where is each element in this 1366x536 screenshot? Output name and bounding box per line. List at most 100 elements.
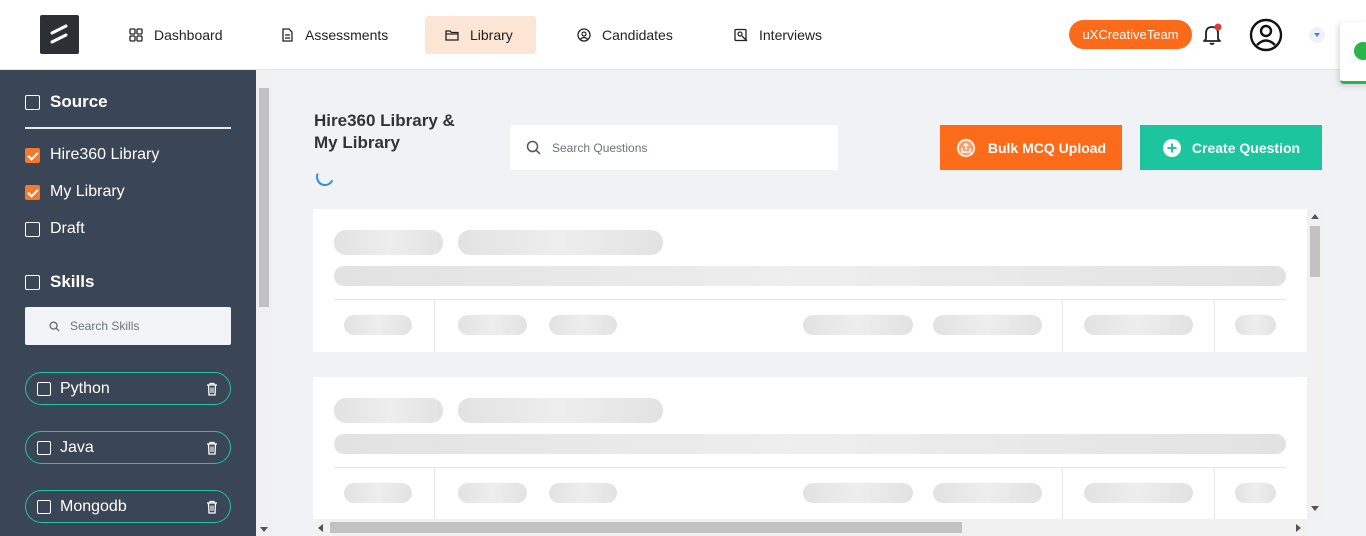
skeleton-meta: [344, 483, 412, 503]
skeleton-question-line: [334, 266, 1286, 286]
skeleton-tag: [458, 230, 663, 255]
source-item-label: My Library: [50, 183, 125, 200]
skeleton-meta: [458, 315, 527, 335]
profile-dropdown-toggle[interactable]: [1309, 27, 1325, 43]
notification-bell-icon[interactable]: [1200, 22, 1224, 48]
content-vertical-scrollbar-thumb[interactable]: [1310, 226, 1320, 277]
card-column-divider: [1062, 300, 1063, 352]
profile-avatar-icon[interactable]: [1249, 18, 1283, 52]
chevron-down-icon: [1314, 33, 1320, 37]
sidebar-scrollbar[interactable]: [256, 70, 272, 536]
source-item-my-library[interactable]: My Library: [25, 183, 125, 201]
skeleton-question-line: [334, 434, 1286, 454]
skeleton-meta: [344, 315, 412, 335]
top-bar: Dashboard Assessments Library Candidates…: [0, 0, 1366, 70]
check-circle-icon: [1354, 42, 1366, 60]
nav-interviews[interactable]: Interviews: [733, 16, 822, 54]
skeleton-meta: [1084, 483, 1193, 503]
trash-icon[interactable]: [206, 441, 218, 455]
skills-filter-heading[interactable]: Skills: [25, 272, 94, 292]
search-questions-input[interactable]: Search Questions: [510, 125, 838, 170]
sidebar-scrollbar-thumb[interactable]: [259, 88, 269, 307]
nav-assessments[interactable]: Assessments: [279, 16, 388, 54]
skeleton-meta: [933, 483, 1042, 503]
loading-spinner: [313, 165, 337, 189]
create-question-button[interactable]: Create Question: [1140, 125, 1322, 170]
source-item-draft[interactable]: Draft: [25, 220, 85, 238]
filter-sidebar: Source Hire360 Library My Library Draft …: [0, 70, 256, 536]
skeleton-tag: [458, 398, 663, 423]
content-horizontal-scrollbar-thumb[interactable]: [330, 522, 962, 533]
user-circle-icon: [577, 28, 591, 42]
source-item-hire360-library[interactable]: Hire360 Library: [25, 146, 159, 164]
grid-icon: [129, 28, 143, 42]
app-logo[interactable]: [40, 15, 79, 54]
card-column-divider: [1062, 468, 1063, 520]
question-card-skeleton: [313, 209, 1307, 352]
question-card-skeleton: [313, 377, 1307, 520]
skill-checkbox[interactable]: [37, 499, 51, 514]
card-column-divider: [1214, 300, 1215, 352]
skills-heading-label: Skills: [50, 272, 95, 291]
page-title: Hire360 Library & My Library: [314, 110, 455, 154]
document-icon: [282, 28, 293, 42]
scroll-right-arrow-icon[interactable]: [1296, 524, 1302, 532]
skills-search-input[interactable]: Search Skills: [25, 307, 231, 345]
nav-dashboard[interactable]: Dashboard: [128, 16, 223, 54]
skill-chip-label: Java: [60, 438, 94, 456]
skill-chip-label: Python: [60, 379, 110, 397]
skill-chip-python[interactable]: Python: [25, 372, 231, 405]
source-checkbox[interactable]: [25, 184, 40, 200]
source-filter-heading[interactable]: Source: [25, 92, 108, 112]
logo-icon: [50, 24, 68, 44]
status-widget[interactable]: [1340, 22, 1366, 84]
bulk-mcq-upload-label: Bulk MCQ Upload: [987, 139, 1107, 156]
skill-chip-mongodb[interactable]: Mongodb: [25, 490, 231, 523]
skeleton-meta: [1235, 483, 1276, 503]
source-divider: [25, 127, 231, 129]
skills-search-placeholder: Search Skills: [70, 319, 140, 333]
skeleton-meta: [803, 483, 913, 503]
scroll-left-arrow-icon[interactable]: [318, 524, 324, 532]
bulk-mcq-upload-button[interactable]: Bulk MCQ Upload: [940, 125, 1122, 170]
source-item-label: Hire360 Library: [50, 146, 160, 163]
plus-circle-icon: [1162, 138, 1181, 157]
scroll-down-arrow-icon[interactable]: [260, 527, 268, 533]
create-question-label: Create Question: [1191, 139, 1301, 156]
search-questions-placeholder: Search Questions: [552, 140, 648, 155]
skill-checkbox[interactable]: [37, 381, 51, 396]
search-icon: [526, 140, 541, 155]
nav-candidates[interactable]: Candidates: [576, 16, 673, 54]
source-select-all-checkbox[interactable]: [25, 94, 40, 110]
skeleton-meta: [1235, 315, 1276, 335]
search-icon: [49, 320, 60, 332]
card-column-divider: [434, 468, 435, 520]
skill-chip-java[interactable]: Java: [25, 431, 231, 464]
skeleton-meta: [458, 483, 527, 503]
interview-icon: [734, 28, 748, 42]
trash-icon[interactable]: [206, 500, 218, 514]
scroll-up-arrow-icon[interactable]: [1311, 214, 1319, 220]
nav-library[interactable]: Library: [425, 16, 536, 54]
folder-icon: [445, 30, 459, 41]
nav-library-label: Library: [470, 27, 513, 43]
skeleton-meta: [549, 315, 617, 335]
page-title-line2: My Library: [314, 133, 400, 152]
team-button[interactable]: uXCreativeTeam: [1069, 20, 1192, 49]
skeleton-meta: [933, 315, 1042, 335]
skeleton-meta: [803, 315, 913, 335]
skeleton-tag: [334, 398, 443, 423]
source-checkbox[interactable]: [25, 221, 40, 237]
trash-icon[interactable]: [206, 382, 218, 396]
scroll-down-arrow-icon[interactable]: [1311, 506, 1319, 512]
source-item-label: Draft: [50, 220, 85, 237]
source-checkbox[interactable]: [25, 147, 40, 163]
source-heading-label: Source: [50, 92, 108, 111]
skeleton-tag: [334, 230, 443, 255]
upload-icon: [956, 138, 976, 157]
content-vertical-scrollbar[interactable]: [1307, 209, 1323, 519]
skill-checkbox[interactable]: [37, 440, 51, 455]
skills-select-all-checkbox[interactable]: [25, 274, 40, 290]
nav-dashboard-label: Dashboard: [154, 27, 223, 43]
content-horizontal-scrollbar[interactable]: [313, 519, 1307, 536]
